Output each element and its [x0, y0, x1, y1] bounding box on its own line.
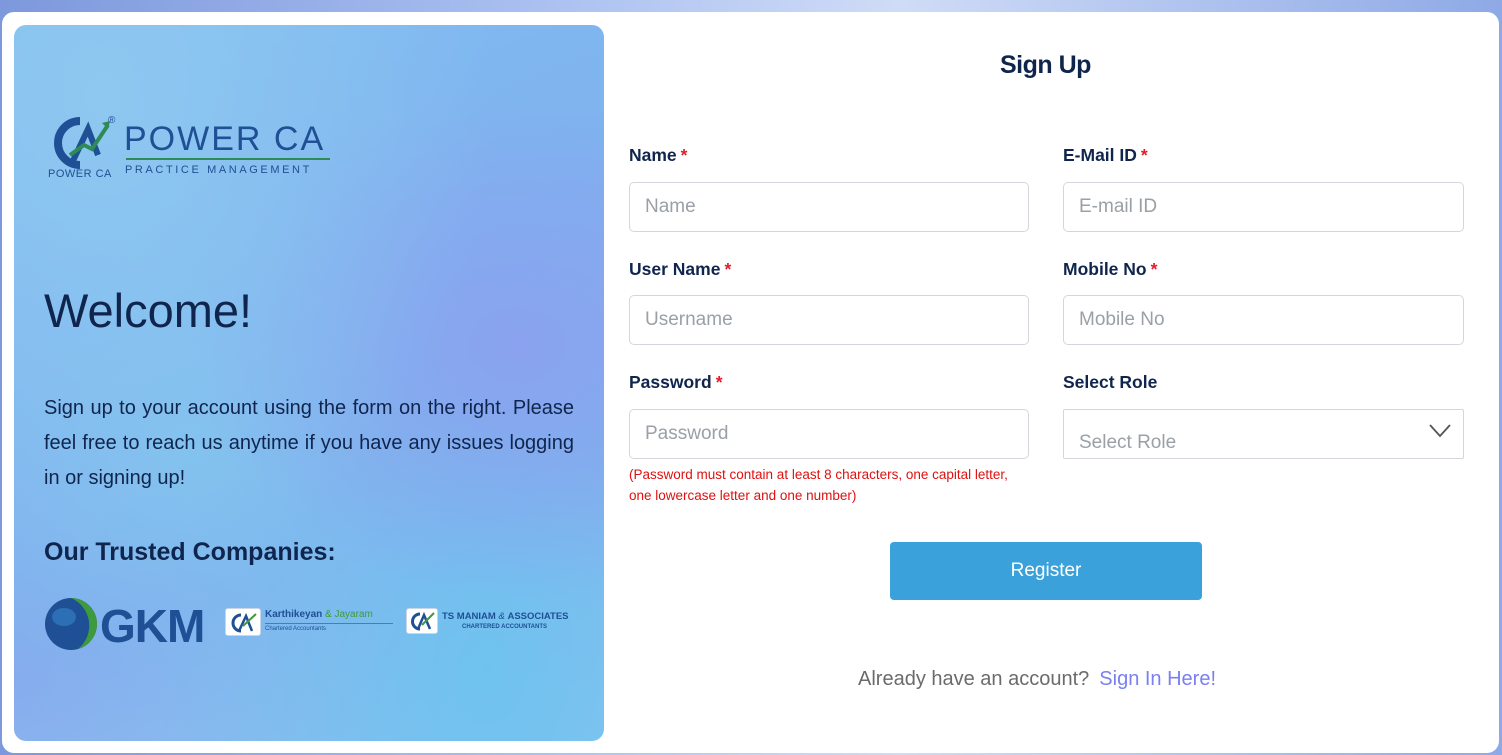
welcome-heading: Welcome! — [44, 284, 253, 337]
name-input[interactable] — [629, 182, 1029, 232]
trusted-companies-heading: Our Trusted Companies: — [44, 538, 336, 566]
role-select[interactable]: Select Role — [1063, 409, 1464, 459]
mobile-input[interactable] — [1063, 295, 1464, 345]
ts-maniam-logo: TS MANIAM & ASSOCIATES CHARTERED ACCOUNT… — [406, 608, 586, 638]
gkm-text: GKM — [100, 600, 205, 652]
role-label: Select Role — [1063, 372, 1158, 392]
karthikeyan-jayaram-logo: Karthikeyan & Jayaram Chartered Accounta… — [225, 608, 395, 638]
registered-mark: ® — [108, 115, 116, 126]
ts-subtitle: CHARTERED ACCOUNTANTS — [462, 624, 547, 630]
logo-mark-caption: POWER CA — [48, 168, 112, 180]
gkm-globe-icon — [45, 598, 97, 650]
kj-divider — [265, 623, 393, 624]
register-button[interactable]: Register — [890, 542, 1202, 600]
logo-brand: POWER CA — [124, 120, 326, 158]
chevron-down-icon — [1429, 424, 1451, 438]
intro-text: Sign up to your account using the form o… — [44, 397, 574, 489]
gkm-logo: GKM — [44, 597, 214, 652]
mobile-label: Mobile No * — [1063, 259, 1158, 279]
email-input[interactable] — [1063, 182, 1464, 232]
signin-row: Already have an account? Sign In Here! — [858, 668, 1216, 691]
username-input[interactable] — [629, 295, 1029, 345]
logo-tagline: PRACTICE MANAGEMENT — [125, 164, 312, 176]
power-ca-logo: ® POWER CA POWER CA PRACTICE MANAGEMENT — [48, 115, 338, 185]
ts-firm-name: TS MANIAM & ASSOCIATES — [442, 611, 569, 622]
kj-subtitle: Chartered Accountants — [265, 626, 327, 632]
signin-prompt: Already have an account? — [858, 668, 1090, 690]
username-label: User Name * — [629, 259, 732, 279]
email-label: E-Mail ID * — [1063, 145, 1148, 165]
welcome-panel: ® POWER CA POWER CA PRACTICE MANAGEMENT … — [14, 25, 604, 741]
trusted-companies-logos: GKM Karthikeyan & Jayaram Chartered Acco… — [44, 597, 584, 653]
password-input[interactable] — [629, 409, 1029, 459]
name-label: Name * — [629, 145, 688, 165]
signin-link[interactable]: Sign In Here! — [1099, 668, 1216, 690]
ca-badge-icon — [225, 608, 261, 636]
password-hint: (Password must contain at least 8 charac… — [629, 467, 1008, 503]
ca-mark-icon — [54, 117, 110, 169]
logo-divider — [126, 158, 330, 160]
ca-badge-icon — [406, 608, 438, 634]
role-select-value: Select Role — [1079, 432, 1177, 453]
form-title: Sign Up — [1000, 51, 1091, 79]
kj-firm-name: Karthikeyan & Jayaram — [265, 609, 373, 620]
password-label: Password * — [629, 372, 723, 392]
